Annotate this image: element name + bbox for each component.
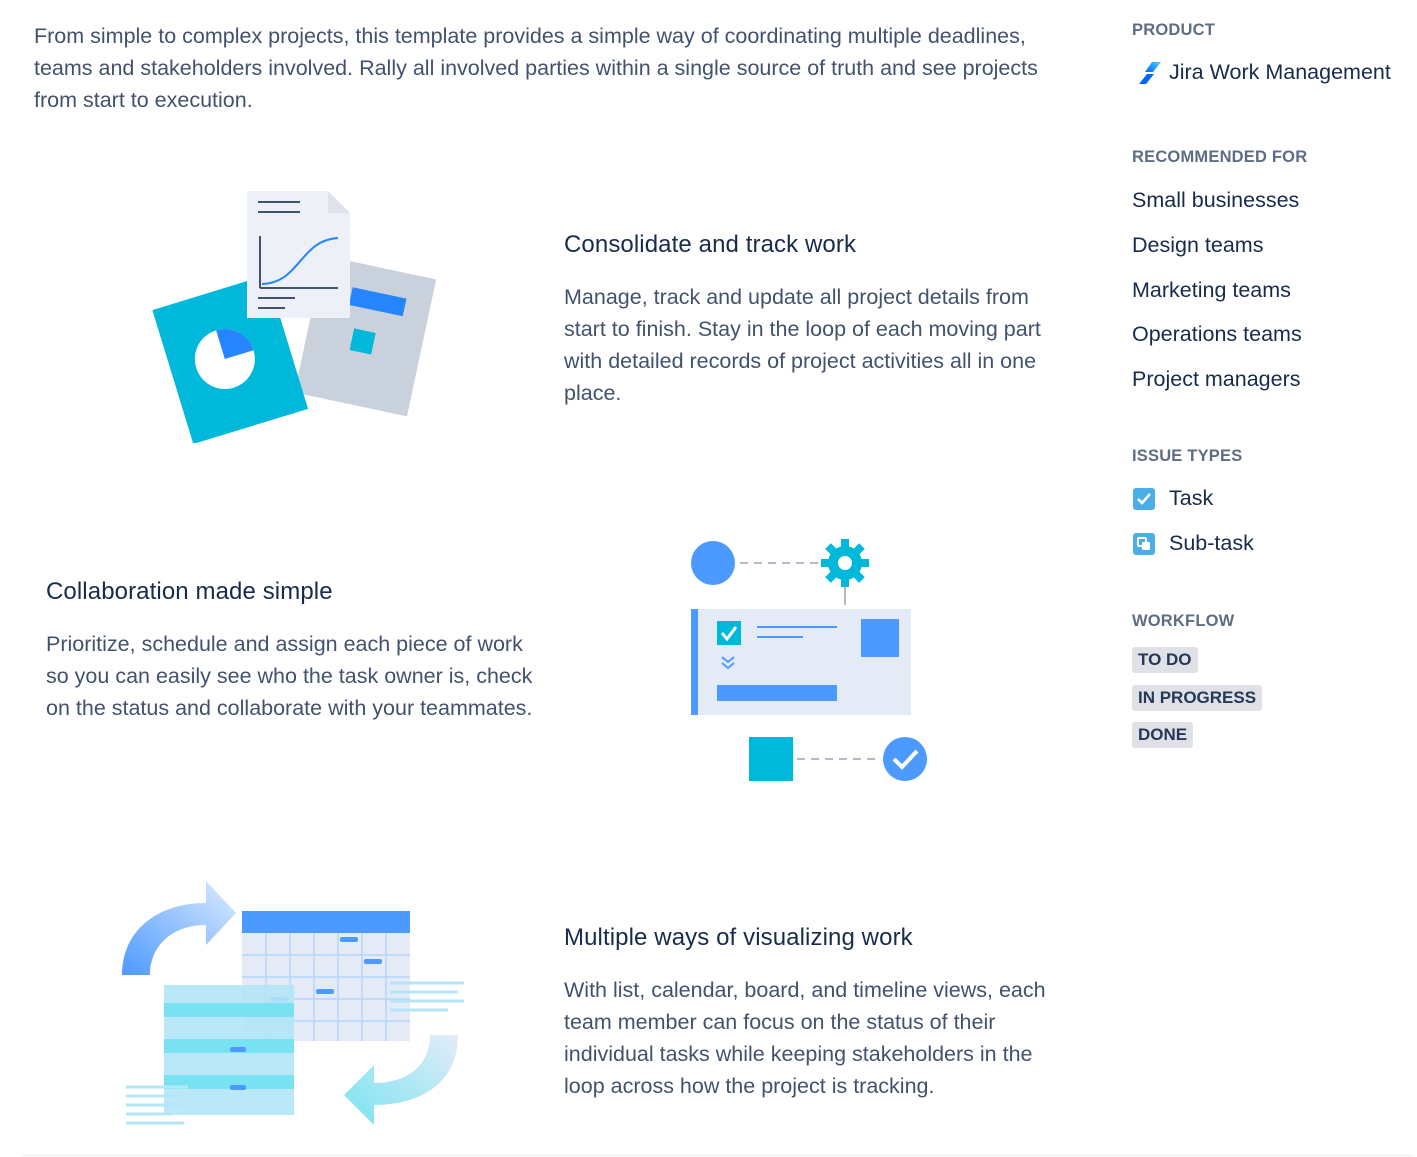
documents-illustration <box>152 191 437 443</box>
recommended-item: Small businesses <box>1132 188 1300 212</box>
task-checkbox-icon <box>1133 487 1155 510</box>
feature-text-consolidate: Manage, track and update all project det… <box>564 285 1041 405</box>
feature-title-visualizing: Multiple ways of visualizing work <box>564 924 913 951</box>
issue-type-subtask: Sub-task <box>1133 531 1254 556</box>
calendar-views-illustration <box>122 881 464 1125</box>
issue-types-heading: ISSUE TYPES <box>1132 447 1243 465</box>
recommended-for-heading: RECOMMENDED FOR <box>1132 148 1308 166</box>
product-heading: PRODUCT <box>1132 21 1215 39</box>
workflow-status-in-progress: IN PROGRESS <box>1132 685 1263 711</box>
issue-type-label: Sub-task <box>1169 531 1254 555</box>
subtask-icon <box>1133 532 1155 555</box>
jira-work-management-logo-icon <box>1139 61 1161 84</box>
product-link[interactable]: Jira Work Management <box>1137 60 1391 85</box>
collaboration-illustration <box>691 539 927 781</box>
feature-title-consolidate: Consolidate and track work <box>564 231 857 258</box>
recommended-item: Operations teams <box>1132 322 1302 347</box>
feature-title-collaboration: Collaboration made simple <box>46 578 333 605</box>
workflow-heading: WORKFLOW <box>1132 612 1235 630</box>
recommended-item: Design teams <box>1132 232 1264 257</box>
feature-text-collaboration: Prioritize, schedule and assign each pie… <box>46 632 533 720</box>
issue-type-task: Task <box>1133 486 1213 511</box>
workflow-status-todo: TO DO <box>1132 647 1198 673</box>
feature-text-visualizing: With list, calendar, board, and timeline… <box>564 978 1046 1098</box>
recommended-item: Marketing teams <box>1132 277 1291 302</box>
recommended-for-list: Small businesses Design teams Marketing … <box>1132 183 1302 407</box>
product-name: Jira Work Management <box>1169 60 1391 84</box>
workflow-status-done: DONE <box>1132 722 1194 748</box>
bottom-divider <box>22 1155 1412 1156</box>
recommended-item: Project managers <box>1132 367 1301 392</box>
issue-type-label: Task <box>1169 486 1214 510</box>
template-description: From simple to complex projects, this te… <box>34 24 1038 112</box>
